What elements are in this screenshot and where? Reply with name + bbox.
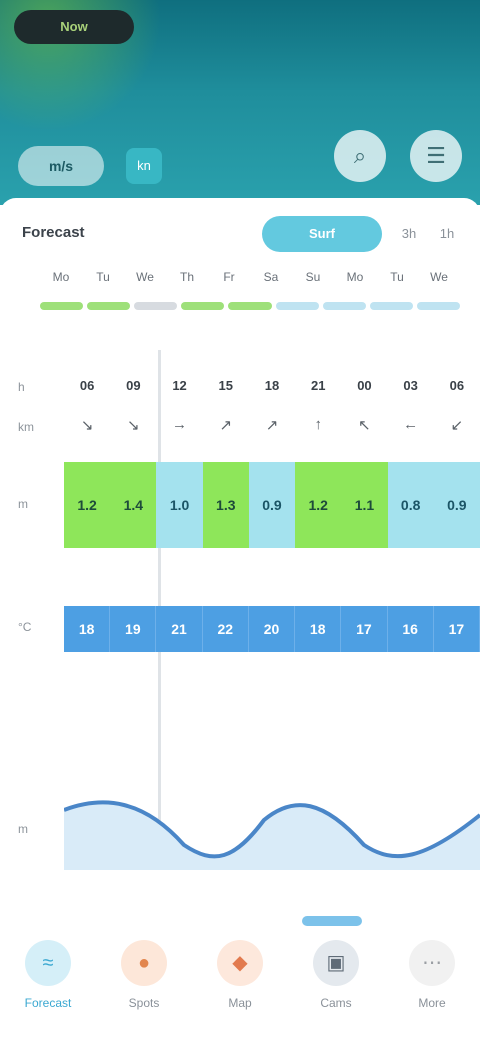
day-label: Su bbox=[305, 270, 321, 284]
wave-row-label: m bbox=[18, 497, 28, 511]
wave-cell: 1.1 bbox=[341, 462, 388, 548]
temp-cell: 18 bbox=[64, 606, 111, 652]
hour-cell: 12 bbox=[172, 378, 187, 393]
wind-arrow-icon: ↗ bbox=[265, 417, 279, 434]
temp-cell: 20 bbox=[248, 606, 296, 652]
hour-row-label: h bbox=[18, 380, 25, 394]
nav-label: Cams bbox=[320, 996, 352, 1010]
temp-cell: 17 bbox=[433, 606, 480, 652]
wind-arrow-icon: ← bbox=[403, 416, 419, 433]
day-label: Sa bbox=[263, 270, 279, 284]
day-label: Fr bbox=[223, 270, 235, 284]
hour-cell: 21 bbox=[310, 378, 326, 393]
quality-dot bbox=[134, 302, 178, 310]
quality-dot bbox=[275, 302, 319, 310]
app-header: Now m/s kn ⌕ ☰ bbox=[0, 0, 480, 205]
nav-map[interactable]: ◆ Map bbox=[192, 900, 288, 1040]
day-label: Mo bbox=[346, 270, 364, 284]
nav-label: Spots bbox=[128, 996, 160, 1010]
pin-icon: ● bbox=[121, 940, 167, 986]
quality-dot bbox=[40, 302, 84, 310]
search-icon[interactable]: ⌕ bbox=[334, 130, 386, 182]
wave-cell: 1.0 bbox=[156, 462, 203, 548]
day-label: Tu bbox=[390, 270, 404, 284]
temp-cell: 21 bbox=[156, 606, 203, 652]
nav-label: Forecast bbox=[24, 996, 72, 1010]
unit-toggle[interactable]: m/s bbox=[18, 146, 104, 186]
tab-surf[interactable]: Surf bbox=[262, 216, 382, 252]
temp-cell: 18 bbox=[295, 606, 342, 652]
menu-icon[interactable]: ☰ bbox=[410, 130, 462, 182]
card-title: Forecast bbox=[22, 224, 85, 241]
wave-cell: 0.8 bbox=[387, 462, 434, 548]
camera-icon: ▣ bbox=[313, 940, 359, 986]
day-label: Mo bbox=[52, 270, 70, 284]
day-label: We bbox=[136, 270, 154, 284]
quality-dot bbox=[369, 302, 413, 310]
wind-arrow-icon: ↙ bbox=[450, 417, 464, 434]
wave-cell: 1.3 bbox=[202, 462, 249, 548]
wind-arrow-icon: ↖ bbox=[358, 417, 371, 434]
quality-dot bbox=[87, 302, 131, 310]
more-icon: ⋯ bbox=[409, 940, 455, 986]
wave-cell: 1.2 bbox=[64, 462, 111, 548]
day-label: Tu bbox=[96, 270, 110, 284]
nav-forecast[interactable]: ≈ Forecast bbox=[0, 900, 96, 1040]
map-icon: ◆ bbox=[217, 940, 263, 986]
wind-row: ↘ ↘ → ↗ ↗ ↑ ↖ ← ↙ bbox=[64, 416, 480, 434]
wind-arrow-icon: ↑ bbox=[314, 416, 322, 433]
new-badge bbox=[302, 916, 362, 926]
nav-more[interactable]: ⋯ More bbox=[384, 900, 480, 1040]
wind-row-label: km bbox=[18, 420, 34, 434]
wave-cell: 0.9 bbox=[433, 462, 480, 548]
hour-cell: 09 bbox=[126, 378, 141, 393]
quality-dot bbox=[228, 302, 272, 310]
temp-row-label: °C bbox=[18, 620, 32, 634]
wind-arrow-icon: ↘ bbox=[127, 417, 140, 434]
day-label: Th bbox=[179, 270, 194, 284]
unit-alt-button[interactable]: kn bbox=[126, 148, 162, 184]
wind-arrow-icon: ↘ bbox=[80, 417, 94, 434]
temp-cell: 19 bbox=[110, 606, 157, 652]
day-quality-bar bbox=[40, 302, 460, 314]
hour-cell: 06 bbox=[449, 378, 465, 393]
days-row: Mo Tu We Th Fr Sa Su Mo Tu We bbox=[40, 270, 460, 290]
temp-cell: 16 bbox=[387, 606, 434, 652]
wind-arrow-icon: → bbox=[172, 416, 188, 433]
hour-cell: 18 bbox=[264, 378, 280, 393]
day-label: We bbox=[430, 270, 448, 284]
hour-cell: 15 bbox=[218, 378, 233, 393]
quality-dot bbox=[416, 302, 460, 310]
nav-spots[interactable]: ● Spots bbox=[96, 900, 192, 1040]
hour-cell: 00 bbox=[357, 378, 372, 393]
wave-cell: 1.2 bbox=[295, 462, 342, 548]
nav-cams[interactable]: ▣ Cams bbox=[288, 900, 384, 1040]
status-pill[interactable]: Now bbox=[14, 10, 134, 44]
wave-row: 1.2 1.4 1.0 1.3 0.9 1.2 1.1 0.8 0.9 bbox=[64, 462, 480, 548]
wave-cell: 0.9 bbox=[248, 462, 296, 548]
tab-1h[interactable]: 1h bbox=[430, 216, 464, 252]
nav-label: Map bbox=[228, 996, 252, 1010]
hour-cell: 03 bbox=[403, 378, 418, 393]
tide-chart bbox=[64, 800, 480, 870]
tide-row-label: m bbox=[18, 822, 28, 836]
temp-cell: 22 bbox=[202, 606, 249, 652]
temp-row: 18 19 21 22 20 18 17 16 17 bbox=[64, 606, 480, 652]
quality-dot bbox=[181, 302, 225, 310]
bottom-nav: ≈ Forecast ● Spots ◆ Map ▣ Cams ⋯ More bbox=[0, 900, 480, 1040]
wind-arrow-icon: ↗ bbox=[219, 417, 233, 434]
temp-cell: 17 bbox=[341, 606, 388, 652]
nav-label: More bbox=[418, 996, 446, 1010]
wave-cell: 1.4 bbox=[110, 462, 157, 548]
hours-row: 06 09 12 15 18 21 00 03 06 bbox=[64, 378, 480, 393]
wave-icon: ≈ bbox=[25, 940, 71, 986]
tab-3h[interactable]: 3h bbox=[392, 216, 426, 252]
quality-dot bbox=[322, 302, 366, 310]
hour-cell: 06 bbox=[79, 378, 95, 393]
